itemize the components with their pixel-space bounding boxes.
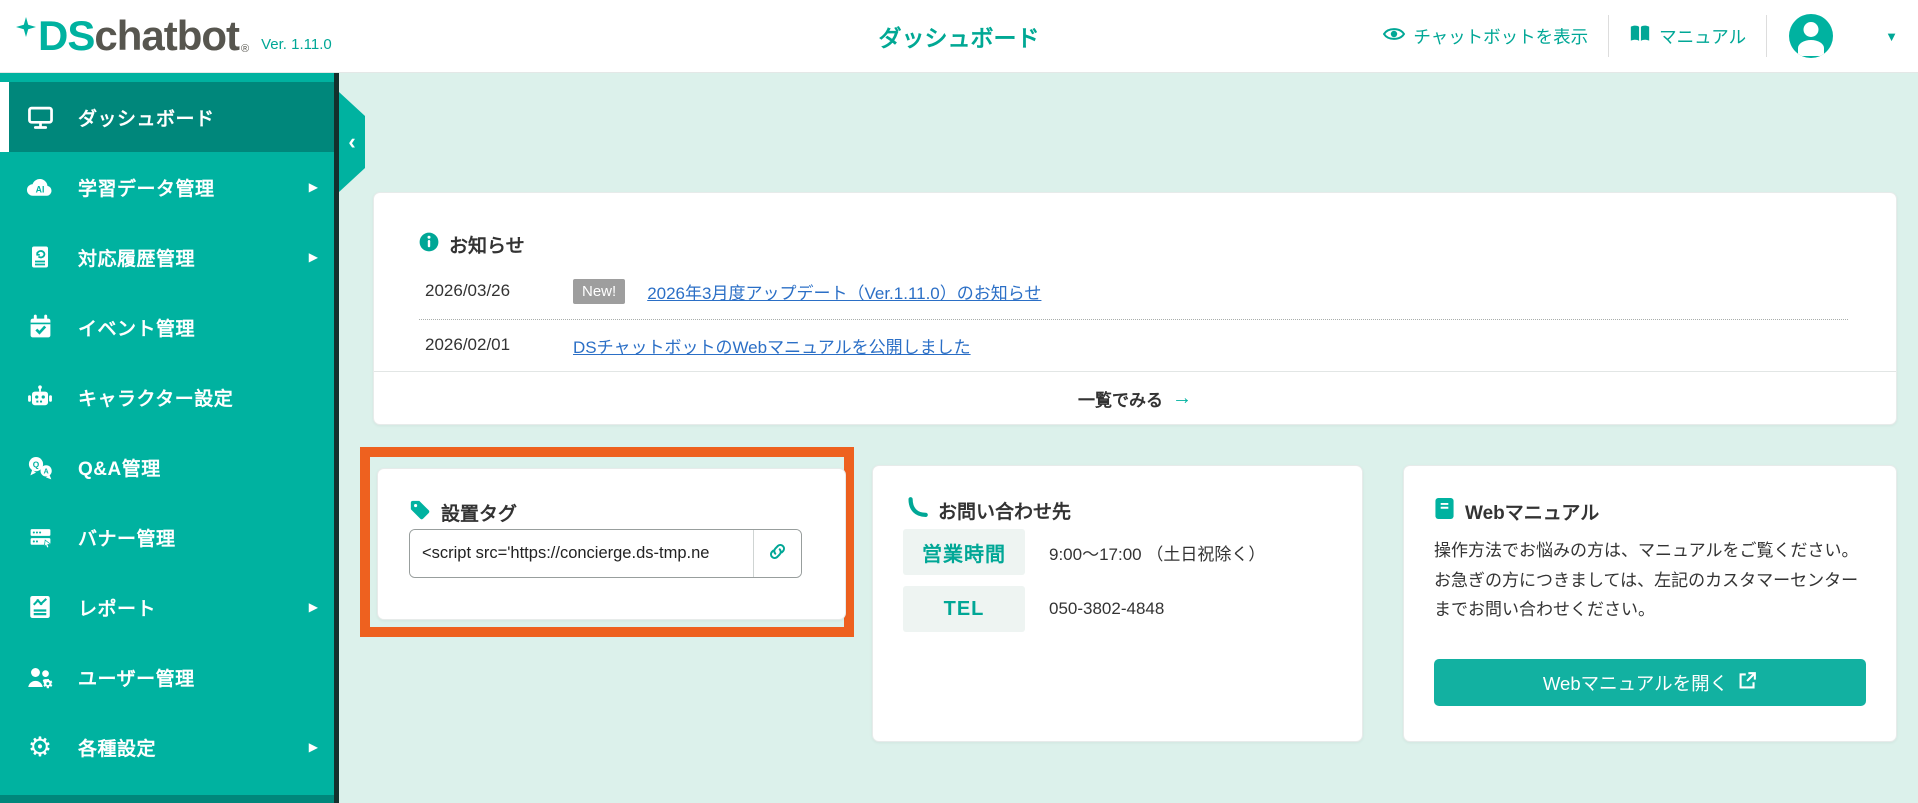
tag-card-header: 設置タグ bbox=[409, 499, 517, 526]
svg-text:A: A bbox=[43, 468, 48, 475]
eye-icon bbox=[1383, 25, 1406, 48]
app-header: DS chatbot ® Ver. 1.11.0 ダッシュボード チャットボット… bbox=[0, 0, 1918, 73]
sidebar-item-learning-data[interactable]: AI 学習データ管理 ▶ bbox=[0, 152, 334, 222]
page-title: ダッシュボード bbox=[878, 25, 1040, 51]
svg-text:Q: Q bbox=[32, 459, 39, 469]
logo-text-ds: DS bbox=[38, 12, 95, 59]
manual-card-body: 操作方法でお悩みの方は、マニュアルをご覧ください。 お急ぎの方につきましては、左… bbox=[1434, 536, 1870, 625]
history-doc-icon bbox=[23, 244, 57, 270]
users-icon bbox=[23, 665, 57, 690]
logo-registered-mark: ® bbox=[241, 43, 250, 55]
app-logo: DS chatbot ® bbox=[16, 15, 249, 57]
user-avatar[interactable] bbox=[1789, 14, 1834, 58]
gear-icon: ⚙ bbox=[27, 731, 53, 762]
manual-body-line: 操作方法でお悩みの方は、マニュアルをご覧ください。 bbox=[1434, 541, 1859, 560]
news-date: 2026/03/26 bbox=[425, 281, 511, 300]
sidebar-item-dashboard[interactable]: ダッシュボード bbox=[0, 82, 334, 152]
open-manual-label: Webマニュアルを開く bbox=[1542, 672, 1729, 694]
contact-card-title: お問い合わせ先 bbox=[938, 502, 1072, 523]
qa-bubbles-icon: QA bbox=[23, 455, 57, 480]
news-row: 2026/03/26 New! 2026年3月度アップデート（Ver.1.11.… bbox=[374, 271, 1896, 311]
news-divider-dotted bbox=[419, 319, 1848, 320]
sidebar-item-history[interactable]: 対応履歴管理 ▶ bbox=[0, 222, 334, 292]
show-chatbot-label: チャットボットを表示 bbox=[1413, 26, 1589, 47]
book-icon bbox=[1629, 24, 1651, 49]
arrow-right-icon: → bbox=[1172, 386, 1192, 409]
install-tag-card: 設置タグ bbox=[377, 468, 846, 620]
copy-link-button[interactable] bbox=[753, 530, 801, 577]
contact-row: TEL 050-3802-4848 bbox=[903, 586, 1164, 632]
user-menu-caret-icon[interactable]: ▼ bbox=[1885, 29, 1898, 44]
view-all-button[interactable]: 一覧でみる → bbox=[374, 371, 1896, 424]
news-link[interactable]: DSチャットボットのWebマニュアルを公開しました bbox=[573, 333, 971, 358]
ai-cloud-icon: AI bbox=[23, 175, 57, 199]
manual-body-line: お急ぎの方につきましては、左記のカスタマーセンターまでお問い合わせください。 bbox=[1434, 570, 1859, 620]
collapse-chevron-icon: ‹ bbox=[348, 129, 356, 154]
chain-link-icon bbox=[767, 541, 788, 567]
tel-value: 050-3802-4848 bbox=[1049, 599, 1165, 618]
view-all-label: 一覧でみる bbox=[1078, 390, 1163, 410]
app-version: Ver. 1.11.0 bbox=[261, 36, 332, 53]
sidebar-item-settings[interactable]: ⚙ 各種設定 ▶ bbox=[0, 712, 334, 782]
news-card: お知らせ 2026/03/26 New! 2026年3月度アップデート（Ver.… bbox=[373, 192, 1897, 425]
report-chart-icon bbox=[23, 594, 57, 620]
install-tag-input[interactable] bbox=[410, 530, 753, 577]
sidebar-item-users[interactable]: ユーザー管理 bbox=[0, 642, 334, 712]
news-date: 2026/02/01 bbox=[425, 335, 511, 354]
open-manual-button[interactable]: Webマニュアルを開く bbox=[1434, 659, 1866, 706]
news-title: お知らせ bbox=[449, 236, 525, 257]
manual-card-header: Webマニュアル bbox=[1434, 497, 1599, 525]
news-link[interactable]: 2026年3月度アップデート（Ver.1.11.0）のお知らせ bbox=[647, 279, 1041, 304]
sidebar-collapse-button[interactable]: ‹ bbox=[339, 92, 365, 192]
sidebar-nav: ダッシュボード AI 学習データ管理 ▶ 対応履歴管理 ▶ イベント管理 キャラ… bbox=[0, 73, 334, 803]
tag-card-title: 設置タグ bbox=[441, 504, 518, 525]
submenu-chevron-icon: ▶ bbox=[308, 600, 318, 614]
web-manual-card: Webマニュアル 操作方法でお悩みの方は、マニュアルをご覧ください。 お急ぎの方… bbox=[1403, 465, 1897, 742]
tag-icon bbox=[409, 499, 431, 526]
hours-value: 9:00〜17:00 （土日祝除く） bbox=[1049, 544, 1266, 564]
sidebar-item-character[interactable]: キャラクター設定 bbox=[0, 362, 334, 432]
svg-text:AI: AI bbox=[36, 184, 45, 194]
header-actions: チャットボットを表示 マニュアル ▼ bbox=[1363, 14, 1904, 58]
submenu-chevron-icon: ▶ bbox=[308, 740, 318, 754]
manual-button[interactable]: マニュアル bbox=[1609, 24, 1766, 49]
calendar-check-icon bbox=[23, 314, 57, 340]
new-badge: New! bbox=[573, 278, 626, 304]
monitor-icon bbox=[23, 105, 57, 130]
contact-card-header: お問い合わせ先 bbox=[906, 497, 1071, 524]
avatar-person-icon bbox=[1803, 22, 1819, 37]
banner-icon bbox=[23, 525, 57, 550]
hours-label-badge: 営業時間 bbox=[903, 529, 1025, 575]
sidebar-shadow-edge bbox=[334, 73, 339, 803]
submenu-chevron-icon: ▶ bbox=[308, 180, 318, 194]
manual-card-title: Webマニュアル bbox=[1465, 502, 1600, 524]
submenu-chevron-icon: ▶ bbox=[308, 250, 318, 264]
phone-icon bbox=[906, 497, 928, 524]
sidebar-item-events[interactable]: イベント管理 bbox=[0, 292, 334, 362]
tel-label-badge: TEL bbox=[903, 586, 1025, 632]
logo-text-chatbot: chatbot bbox=[94, 12, 240, 59]
sparkle-icon bbox=[16, 17, 36, 42]
show-chatbot-button[interactable]: チャットボットを表示 bbox=[1363, 24, 1608, 49]
sidebar-item-report[interactable]: レポート ▶ bbox=[0, 572, 334, 642]
info-icon bbox=[419, 232, 439, 257]
robot-icon bbox=[23, 384, 57, 410]
manual-label: マニュアル bbox=[1659, 26, 1747, 47]
header-divider bbox=[1766, 15, 1768, 57]
install-tag-input-group bbox=[409, 529, 802, 578]
sidebar-item-qa[interactable]: QA Q&A管理 bbox=[0, 432, 334, 502]
news-header: お知らせ bbox=[419, 231, 525, 258]
external-link-icon bbox=[1738, 671, 1757, 695]
manual-book-icon bbox=[1434, 497, 1455, 525]
sidebar-item-banner[interactable]: バナー管理 bbox=[0, 502, 334, 572]
contact-row: 営業時間 9:00〜17:00 （土日祝除く） bbox=[903, 529, 1265, 575]
contact-card: お問い合わせ先 営業時間 9:00〜17:00 （土日祝除く） TEL 050-… bbox=[872, 465, 1363, 742]
news-row: 2026/02/01 DSチャットボットのWebマニュアルを公開しました bbox=[374, 325, 1896, 365]
